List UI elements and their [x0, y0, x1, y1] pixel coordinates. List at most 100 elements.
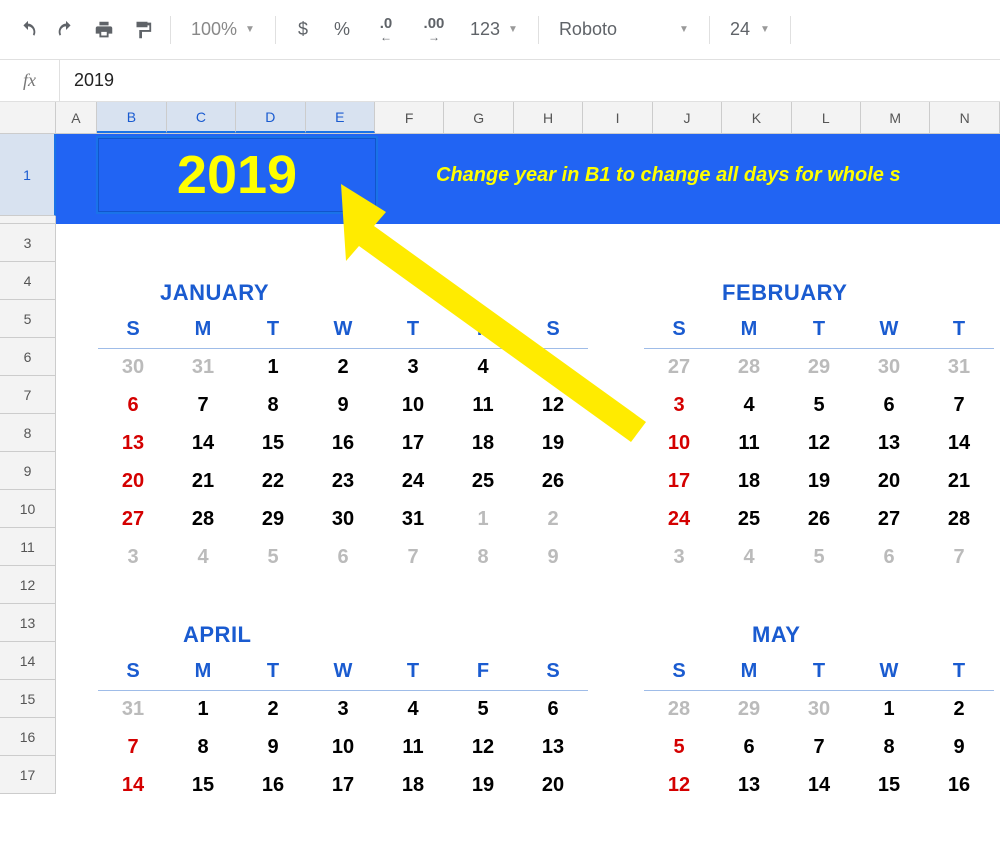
paint-format-button[interactable]: [124, 12, 160, 48]
calendar-day: 29: [714, 698, 784, 721]
zoom-dropdown[interactable]: 100% ▼: [181, 12, 265, 48]
calendar-day: 3: [308, 698, 378, 721]
calendar-header: M: [714, 318, 784, 341]
calendar-day: 31: [378, 508, 448, 531]
font-size-dropdown[interactable]: 24 ▼: [720, 12, 780, 48]
col-header-L[interactable]: L: [792, 102, 861, 133]
col-header-F[interactable]: F: [375, 102, 444, 133]
calendar-header: T: [924, 660, 994, 683]
row-header-12[interactable]: 12: [0, 566, 55, 604]
calendar-day: 7: [378, 546, 448, 569]
redo-button[interactable]: [48, 12, 84, 48]
separator: [538, 16, 539, 44]
col-header-N[interactable]: N: [930, 102, 999, 133]
calendar-day: 7: [98, 736, 168, 759]
calendar-day: 22: [238, 470, 308, 493]
zoom-value: 100%: [191, 19, 237, 40]
calendar-day: 13: [518, 736, 588, 759]
calendar-day: 15: [168, 774, 238, 794]
calendar-header: W: [308, 660, 378, 683]
row-header-4[interactable]: 4: [0, 262, 55, 300]
column-headers: ABCDEFGHIJKLMN: [0, 102, 1000, 134]
sheet-canvas[interactable]: 2019 Change year in B1 to change all day…: [56, 134, 1000, 794]
year-cell[interactable]: 2019: [98, 138, 376, 212]
col-header-E[interactable]: E: [306, 102, 375, 133]
calendar-day: 5: [644, 736, 714, 759]
row-header-16[interactable]: 16: [0, 718, 55, 756]
row-header-2[interactable]: [0, 216, 55, 224]
calendar-day: 21: [168, 470, 238, 493]
font-dropdown[interactable]: Roboto ▼: [549, 12, 699, 48]
calendar-day: 6: [98, 394, 168, 417]
row-header-9[interactable]: 9: [0, 452, 55, 490]
calendar-day: 7: [924, 394, 994, 417]
col-header-M[interactable]: M: [861, 102, 930, 133]
row-header-15[interactable]: 15: [0, 680, 55, 718]
calendar-day: 29: [784, 356, 854, 379]
col-header-D[interactable]: D: [236, 102, 305, 133]
calendar-day: 6: [308, 546, 378, 569]
row-header-8[interactable]: 8: [0, 414, 55, 452]
calendar-day: 2: [238, 698, 308, 721]
formula-input[interactable]: [60, 60, 1000, 101]
col-header-I[interactable]: I: [583, 102, 652, 133]
row-header-14[interactable]: 14: [0, 642, 55, 680]
calendar-header: T: [784, 660, 854, 683]
decrease-decimal-button[interactable]: .0 ←: [364, 12, 408, 48]
row-header-5[interactable]: 5: [0, 300, 55, 338]
calendar-day: 11: [448, 394, 518, 417]
calendar-header: T: [378, 660, 448, 683]
calendar-day: 16: [924, 774, 994, 794]
currency-button[interactable]: $: [286, 12, 320, 48]
increase-decimal-button[interactable]: .00 →: [410, 12, 458, 48]
col-header-J[interactable]: J: [653, 102, 722, 133]
number-format-dropdown[interactable]: 123 ▼: [460, 12, 528, 48]
print-button[interactable]: [86, 12, 122, 48]
col-header-B[interactable]: B: [97, 102, 166, 133]
col-header-C[interactable]: C: [167, 102, 236, 133]
calendar-day: 9: [924, 736, 994, 759]
col-header-H[interactable]: H: [514, 102, 583, 133]
calendar-day: 9: [238, 736, 308, 759]
separator: [709, 16, 710, 44]
chevron-down-icon: ▼: [679, 24, 689, 35]
calendar-day: 12: [448, 736, 518, 759]
col-header-K[interactable]: K: [722, 102, 791, 133]
calendar-day: 17: [308, 774, 378, 794]
calendar-day: 6: [518, 698, 588, 721]
calendar-day: 7: [924, 546, 994, 569]
calendar-day: 2: [308, 356, 378, 379]
undo-button[interactable]: [10, 12, 46, 48]
separator: [170, 16, 171, 44]
separator: [275, 16, 276, 44]
row-header-1[interactable]: 1: [0, 134, 56, 216]
calendar-day: 27: [98, 508, 168, 531]
calendar-day: 19: [518, 432, 588, 455]
row-header-10[interactable]: 10: [0, 490, 55, 528]
calendar-day: 4: [448, 356, 518, 379]
row-header-17[interactable]: 17: [0, 756, 55, 794]
select-all-corner[interactable]: [0, 102, 56, 133]
calendar-day: 14: [168, 432, 238, 455]
calendar-day: 3: [378, 356, 448, 379]
calendar-header: S: [644, 660, 714, 683]
calendar-day: 30: [784, 698, 854, 721]
calendar-day: 26: [518, 470, 588, 493]
month-title: FEBRUARY: [644, 280, 1000, 306]
percent-button[interactable]: %: [322, 12, 362, 48]
row-header-11[interactable]: 11: [0, 528, 55, 566]
col-header-G[interactable]: G: [444, 102, 513, 133]
row-header-13[interactable]: 13: [0, 604, 55, 642]
calendar-day: 18: [378, 774, 448, 794]
calendar-day: 24: [378, 470, 448, 493]
calendar-day: 8: [854, 736, 924, 759]
row-header-3[interactable]: 3: [0, 224, 55, 262]
calendar-day: 20: [98, 470, 168, 493]
row-header-7[interactable]: 7: [0, 376, 55, 414]
selection-handle[interactable]: [372, 208, 379, 215]
calendar-day: 7: [784, 736, 854, 759]
calendar-day: 12: [518, 394, 588, 417]
col-header-A[interactable]: A: [56, 102, 98, 133]
row-header-6[interactable]: 6: [0, 338, 55, 376]
calendar-day: 30: [98, 356, 168, 379]
